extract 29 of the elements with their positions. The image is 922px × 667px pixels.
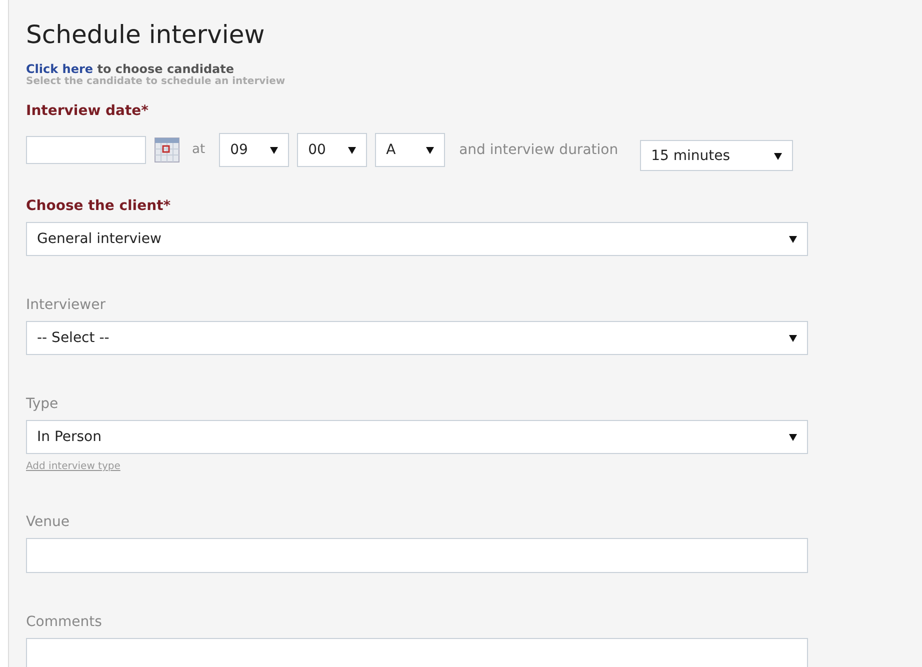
choose-candidate-link[interactable]: Click here — [26, 62, 94, 76]
field-label: Interviewer — [26, 296, 106, 314]
dropdown-select[interactable]: In Person — [26, 420, 808, 454]
candidate-hint: Select the candidate to schedule an interview — [26, 76, 286, 88]
duration-label: and interview duration — [459, 142, 618, 158]
dropdown-arrow-icon — [270, 146, 278, 154]
dropdown-arrow-icon — [789, 433, 797, 441]
dropdown-select[interactable]: General interview — [26, 222, 808, 256]
duration-select[interactable]: 15 minutes — [640, 140, 794, 171]
time-select[interactable]: 00 — [297, 132, 368, 166]
field-label: Venue — [26, 513, 70, 531]
dropdown-arrow-icon — [774, 152, 782, 160]
dropdown-arrow-icon — [426, 146, 434, 154]
text-input[interactable] — [26, 538, 808, 573]
calendar-icon[interactable] — [154, 136, 180, 162]
page-title: Schedule interview — [26, 19, 266, 51]
dropdown-arrow-icon — [789, 235, 797, 243]
field-label: Type — [26, 395, 60, 413]
field-label: Interview date* — [26, 102, 150, 120]
time-select[interactable]: A — [375, 132, 446, 166]
date-input[interactable] — [26, 136, 146, 164]
field-label: Comments — [26, 613, 103, 631]
dropdown-select[interactable]: -- Select -- — [26, 321, 808, 355]
field-label: Choose the client* — [26, 197, 172, 215]
candidate-prompt: Click here to choose candidate — [26, 62, 234, 76]
dropdown-arrow-icon — [789, 334, 797, 342]
time-select[interactable]: 09 — [219, 132, 290, 166]
at-label: at — [192, 142, 206, 157]
dropdown-arrow-icon — [348, 146, 356, 154]
